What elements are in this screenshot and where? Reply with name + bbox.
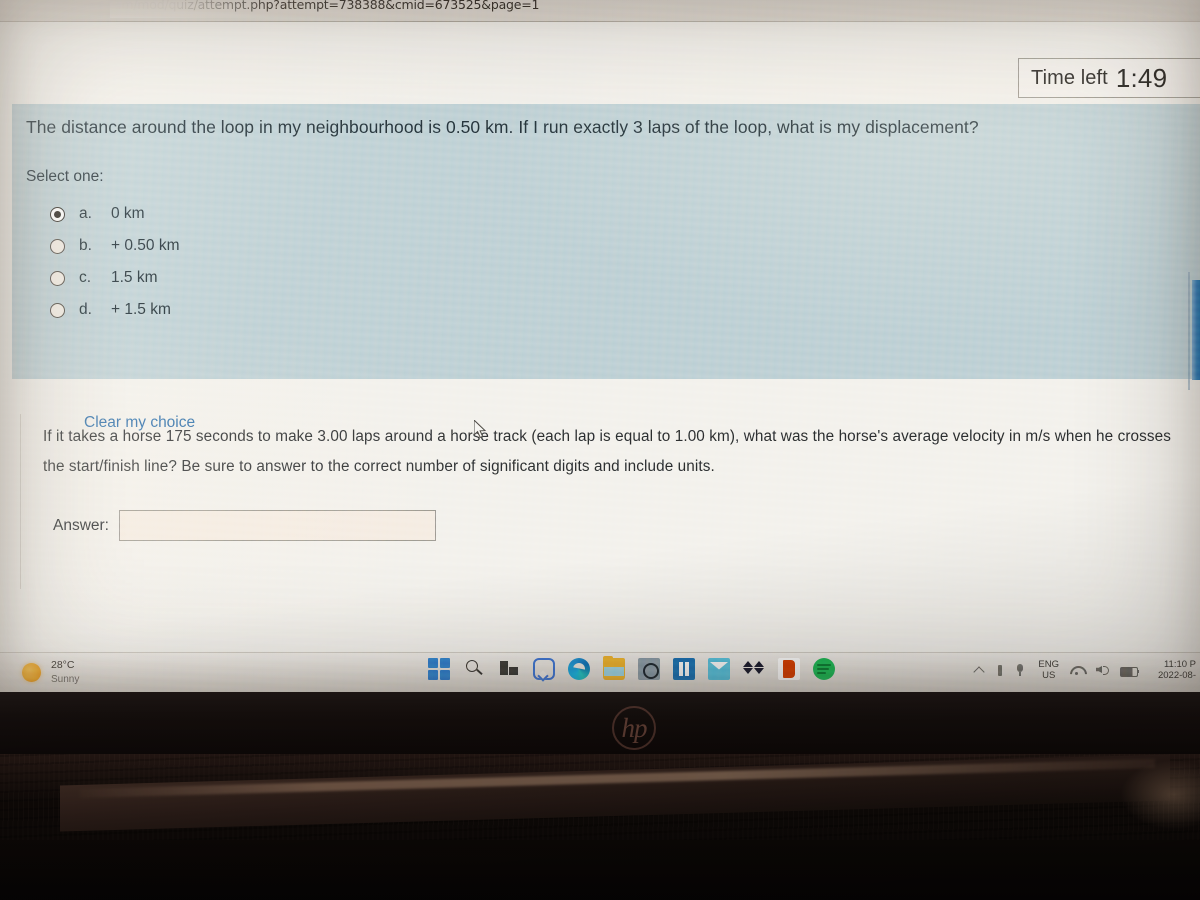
option-b-text: + 0.50 km bbox=[111, 237, 180, 254]
question-2-answer-row: Answer: bbox=[53, 510, 436, 541]
desk-foreground-shadow bbox=[0, 840, 1200, 900]
language-line-1: ENG bbox=[1038, 659, 1059, 670]
option-d-text: + 1.5 km bbox=[111, 301, 171, 318]
sun-icon bbox=[22, 663, 41, 682]
pen-icon[interactable] bbox=[998, 665, 1003, 676]
quiz-page: Time left 1:49 The distance around the l… bbox=[0, 22, 1200, 670]
option-a-text: 0 km bbox=[111, 205, 145, 222]
laptop-bottom-bezel bbox=[0, 692, 1200, 754]
question-1-text: The distance around the loop in my neigh… bbox=[26, 117, 979, 137]
option-c[interactable]: c. 1.5 km bbox=[50, 262, 470, 294]
mouse-cursor bbox=[474, 420, 487, 439]
weather-temperature: 28°C bbox=[51, 659, 75, 671]
option-a[interactable]: a. 0 km bbox=[50, 198, 470, 230]
hp-logo: hp bbox=[612, 706, 656, 750]
weather-condition: Sunny bbox=[51, 674, 80, 685]
spotify-icon[interactable] bbox=[813, 658, 835, 680]
option-d[interactable]: d. + 1.5 km bbox=[50, 294, 470, 326]
taskbar-icons bbox=[428, 656, 835, 680]
system-tray: ENG US 11:10 P 2022-08- bbox=[973, 659, 1196, 681]
clock-date: 2022-08- bbox=[1157, 670, 1196, 681]
option-b[interactable]: b. + 0.50 km bbox=[50, 230, 470, 262]
mail-icon[interactable] bbox=[708, 658, 730, 680]
question-2-block: If it takes a horse 175 seconds to make … bbox=[20, 414, 1200, 589]
laptop-screen: ...m/mod/quiz/attempt.php?attempt=738388… bbox=[0, 0, 1200, 692]
office-icon[interactable] bbox=[778, 658, 800, 680]
clock-time: 11:10 P bbox=[1163, 659, 1196, 670]
task-view-icon[interactable] bbox=[498, 658, 520, 680]
radio-b-icon[interactable] bbox=[50, 238, 65, 254]
radio-a-icon[interactable] bbox=[50, 206, 65, 222]
show-hidden-icons-icon[interactable] bbox=[973, 663, 987, 677]
weather-widget[interactable]: 28°C Sunny bbox=[22, 659, 79, 686]
address-bar-glare bbox=[110, 0, 270, 18]
option-d-letter: d. bbox=[79, 301, 92, 318]
edge-icon[interactable] bbox=[568, 658, 590, 680]
volume-icon[interactable] bbox=[1095, 663, 1109, 677]
timer-label: Time left bbox=[1031, 66, 1108, 89]
wifi-icon[interactable] bbox=[1070, 663, 1084, 677]
quiz-timer: Time left 1:49 bbox=[1018, 58, 1200, 98]
option-c-text: 1.5 km bbox=[111, 269, 158, 286]
browser-chrome: ...m/mod/quiz/attempt.php?attempt=738388… bbox=[0, 0, 1200, 22]
file-explorer-icon[interactable] bbox=[603, 656, 625, 680]
radio-c-icon[interactable] bbox=[50, 270, 65, 286]
option-b-letter: b. bbox=[79, 237, 92, 254]
next-page-button-clipped[interactable] bbox=[1192, 280, 1200, 380]
search-icon[interactable] bbox=[463, 658, 485, 680]
question-1-select-prompt: Select one: bbox=[26, 168, 104, 185]
chat-icon[interactable] bbox=[533, 658, 555, 680]
question-1-panel: The distance around the loop in my neigh… bbox=[12, 104, 1200, 431]
windows-taskbar: 28°C Sunny ENG US 11:10 P 2022-08- bbox=[0, 652, 1200, 692]
answer-input[interactable] bbox=[119, 510, 436, 541]
radio-d-icon[interactable] bbox=[50, 302, 65, 318]
option-c-letter: c. bbox=[79, 269, 92, 286]
blue-app-icon[interactable] bbox=[673, 658, 695, 680]
answer-label: Answer: bbox=[53, 516, 109, 534]
start-icon[interactable] bbox=[428, 658, 450, 680]
microphone-icon[interactable] bbox=[1013, 663, 1027, 677]
laptop-screen-photo: ...m/mod/quiz/attempt.php?attempt=738388… bbox=[0, 0, 1200, 900]
right-edge-hairline bbox=[1188, 272, 1190, 390]
taskbar-clock[interactable]: 11:10 P 2022-08- bbox=[1152, 659, 1196, 681]
battery-icon[interactable] bbox=[1120, 663, 1139, 677]
language-indicator[interactable]: ENG US bbox=[1038, 659, 1059, 681]
dropbox-icon[interactable] bbox=[743, 658, 765, 680]
question-1-options: a. 0 km b. + 0.50 km c. 1.5 km d. + 1.5 … bbox=[50, 198, 470, 326]
dark-app-icon[interactable] bbox=[638, 658, 660, 680]
option-a-letter: a. bbox=[79, 205, 92, 222]
question-2-text: If it takes a horse 175 seconds to make … bbox=[43, 428, 1171, 475]
language-line-2: US bbox=[1042, 670, 1056, 681]
corner-light-glow bbox=[1120, 760, 1200, 830]
timer-value: 1:49 bbox=[1115, 62, 1168, 93]
